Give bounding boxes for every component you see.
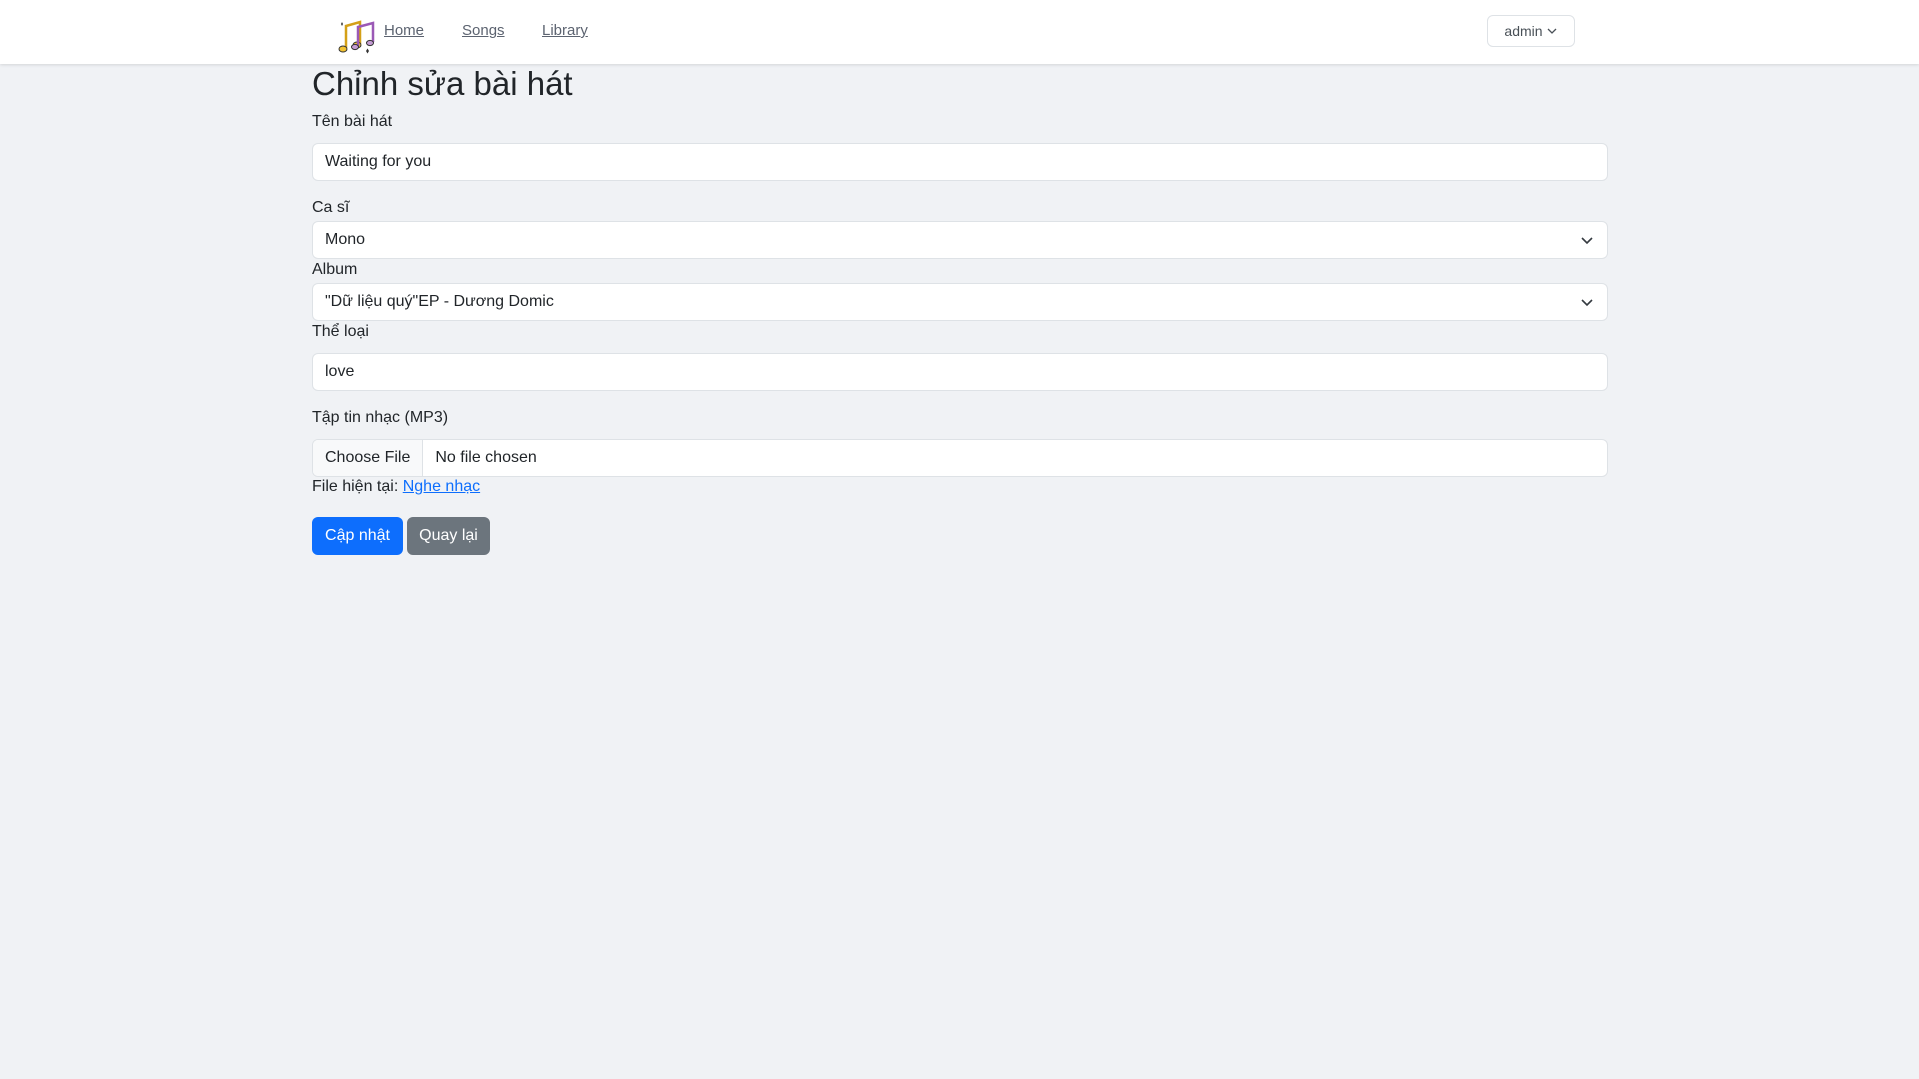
genre-label: Thể loại xyxy=(312,323,369,340)
current-file-label: File hiện tại: xyxy=(312,478,399,495)
artist-select[interactable]: Mono xyxy=(312,221,1608,259)
file-label: Tập tin nhạc (MP3) xyxy=(312,409,449,426)
album-select[interactable]: "Dữ liệu quý"EP - Dương Domic xyxy=(312,283,1608,321)
album-selected-value: "Dữ liệu quý"EP - Dương Domic xyxy=(325,293,554,310)
back-button[interactable]: Quay lại xyxy=(407,517,490,555)
genre-input[interactable] xyxy=(312,353,1608,391)
user-menu-button[interactable]: admin xyxy=(1487,15,1575,47)
artist-label: Ca sĩ xyxy=(312,199,350,216)
nav-link-home[interactable]: Home xyxy=(384,22,424,39)
album-label: Album xyxy=(312,261,358,278)
song-name-label: Tên bài hát xyxy=(312,113,393,130)
top-navbar: Home Songs Library admin xyxy=(0,0,1919,64)
chevron-down-icon xyxy=(1547,28,1557,34)
song-name-input[interactable] xyxy=(312,143,1608,181)
user-menu-label: admin xyxy=(1504,23,1543,39)
nav-link-songs[interactable]: Songs xyxy=(462,22,505,39)
file-input[interactable]: Choose File No file chosen xyxy=(312,439,1608,477)
listen-link[interactable]: Nghe nhạc xyxy=(403,478,480,495)
artist-selected-value: Mono xyxy=(325,231,366,248)
chevron-down-icon xyxy=(1581,299,1593,307)
update-button[interactable]: Cập nhật xyxy=(312,517,403,555)
nav-link-library[interactable]: Library xyxy=(542,22,588,39)
current-file-row: File hiện tại: Nghe nhạc xyxy=(312,478,480,496)
music-notes-logo-icon[interactable] xyxy=(336,18,378,58)
page-title: Chỉnh sửa bài hát xyxy=(312,65,573,102)
chevron-down-icon xyxy=(1581,237,1593,245)
file-status-text: No file chosen xyxy=(435,449,537,466)
choose-file-button[interactable]: Choose File xyxy=(313,440,424,476)
